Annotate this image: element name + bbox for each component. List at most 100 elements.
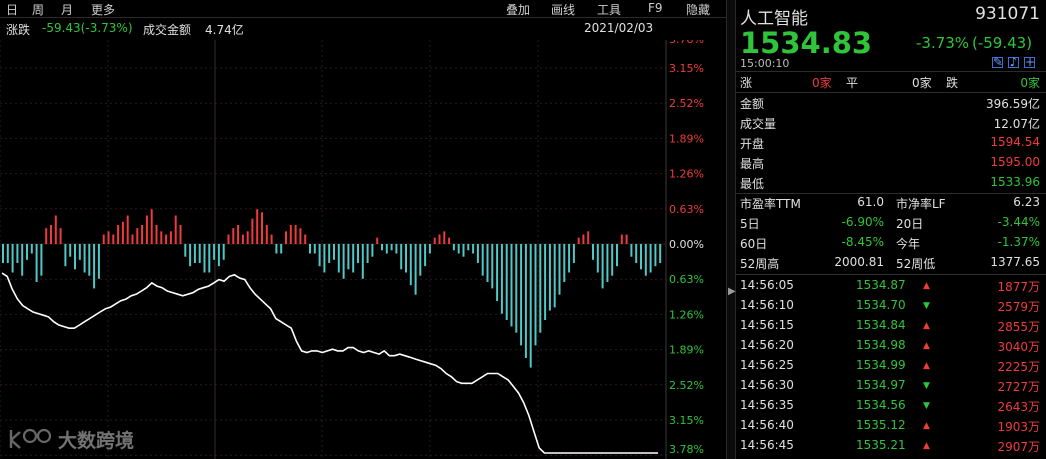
tab-month[interactable]: 月 [61,1,73,18]
volume-bar [433,237,436,244]
volume-bar [659,244,662,263]
tick-price: 1534.97 [856,378,906,392]
tick-row[interactable]: 14:56:45 1535.21 ▲ 2907万 [736,436,1046,456]
stat-value: 396.59亿 [986,97,1040,111]
y-tick-label: 3.15% [669,414,704,427]
tick-direction-icon: ▼ [923,381,930,391]
stat-label: 金额 [740,97,765,111]
volume-bar [654,244,657,267]
volume-bar [294,225,297,244]
tick-time: 14:56:45 [740,438,794,452]
tick-row[interactable]: 14:56:10 1534.70 ▼ 2579万 [736,296,1046,316]
volume-bar [438,234,441,244]
volume-bar [237,225,240,244]
stat-label: 开盘 [740,137,765,151]
add-icon[interactable]: + [1024,56,1035,68]
expand-arrow-icon[interactable]: ▶ [728,286,736,297]
volume-bar [524,244,527,358]
volume-bar [553,244,556,308]
volume-bar [414,244,417,295]
index-code: 931071 [975,4,1040,24]
volume-bar [510,244,513,327]
breadth-row: 涨 0家 平 0家 跌 0家 [736,72,1046,92]
f9-button[interactable]: F9 [648,1,663,15]
volume-bar [136,228,139,244]
stat-row: 开盘 1594.54 [736,133,1046,153]
stat-row: 金额 396.59亿 [736,93,1046,113]
volume-bar [40,244,43,276]
volume-bar [405,244,407,273]
hide-button[interactable]: 隐藏 [686,1,710,18]
overlay-button[interactable]: 叠加 [506,1,530,18]
tick-time: 14:56:10 [740,298,794,312]
tab-week[interactable]: 周 [32,1,44,18]
watermark-logo-icon [9,428,52,449]
alert-bell-icon[interactable]: ♪ [1008,56,1019,68]
valuation-value-1: -8.45% [841,235,884,249]
volume-bar [227,234,230,244]
tick-row[interactable]: 14:56:20 1534.98 ▲ 3040万 [736,336,1046,356]
tick-direction-icon: ▲ [923,441,930,451]
tick-time: 14:56:35 [740,398,794,412]
valuation-value-2: -3.44% [997,215,1040,229]
volume-bar [126,215,129,244]
watermark-text: 大数跨境 [58,429,135,452]
valuation-value-1: 61.0 [857,195,884,209]
volume-bar [155,225,158,244]
tab-more[interactable]: 更多 [91,1,115,18]
volume-bar [539,244,542,333]
volume-bar [515,244,518,333]
tick-row[interactable]: 14:56:25 1534.99 ▲ 2225万 [736,356,1046,376]
tab-day[interactable]: 日 [6,1,18,18]
flat-count: 0家 [912,76,932,90]
valuation-row: 60日 -8.45% 今年 -1.37% [736,233,1046,253]
volume-bar [160,231,163,244]
stat-row: 最高 1595.00 [736,153,1046,173]
draw-line-button[interactable]: 画线 [551,1,575,18]
tools-button[interactable]: 工具 [597,1,621,18]
volume-bar [189,244,192,267]
volume-bar [505,244,508,320]
valuation-label-1: 市盈率TTM [740,197,801,211]
volume-bar [141,225,144,244]
volume-bar [616,244,618,267]
y-tick-label: 0.63% [669,273,704,286]
tick-volume: 1877万 [997,280,1040,294]
stat-value: 1595.00 [990,155,1040,169]
tick-volume: 2855万 [997,320,1040,334]
volume-bar [529,244,532,368]
edit-icon[interactable]: ✎ [992,56,1003,68]
volume-bar [644,244,647,276]
volume-bar [443,231,446,244]
tick-row[interactable]: 14:56:05 1534.87 ▲ 1877万 [736,276,1046,296]
stat-row: 成交量 12.07亿 [736,113,1046,133]
volume-bar [112,234,115,244]
intraday-chart[interactable]: 3.78% 3.15% 2.52% 1.89% 1.26% 0.63% 0.00% 0.63%… [0,40,726,459]
stat-label: 成交量 [740,117,777,131]
volume-bar [491,244,494,289]
volume-bar [563,244,566,282]
tick-row[interactable]: 14:56:30 1534.97 ▼ 2727万 [736,376,1046,396]
tick-row[interactable]: 14:56:15 1534.84 ▲ 2855万 [736,316,1046,336]
volume-bar [208,244,211,273]
volume-bar [165,234,168,244]
volume-bar [198,244,201,263]
panel-splitter[interactable]: ▶ [726,0,736,459]
valuation-row: 市盈率TTM 61.0 市净率LF 6.23 [736,193,1046,213]
valuation-label-1: 5日 [740,217,760,231]
app-window: 日 周 月 更多 叠加 画线 工具 F9 隐藏 涨跌 -59.43(-3.73%… [0,0,1046,459]
volume-bar [342,244,345,279]
volume-bar [467,244,470,251]
volume-bar [462,244,465,257]
tick-row[interactable]: 14:56:35 1534.56 ▼ 2643万 [736,396,1046,416]
valuation-label-1: 60日 [740,237,768,251]
volume-bar [30,244,33,254]
volume-bar [611,244,614,276]
volume-bar [640,244,642,270]
tick-volume: 2225万 [997,360,1040,374]
tick-price: 1534.87 [856,278,906,292]
volume-bar [289,225,292,244]
y-tick-label: 1.89% [669,344,704,357]
tick-row[interactable]: 14:56:40 1535.12 ▲ 1903万 [736,416,1046,436]
volume-bar [381,244,383,251]
